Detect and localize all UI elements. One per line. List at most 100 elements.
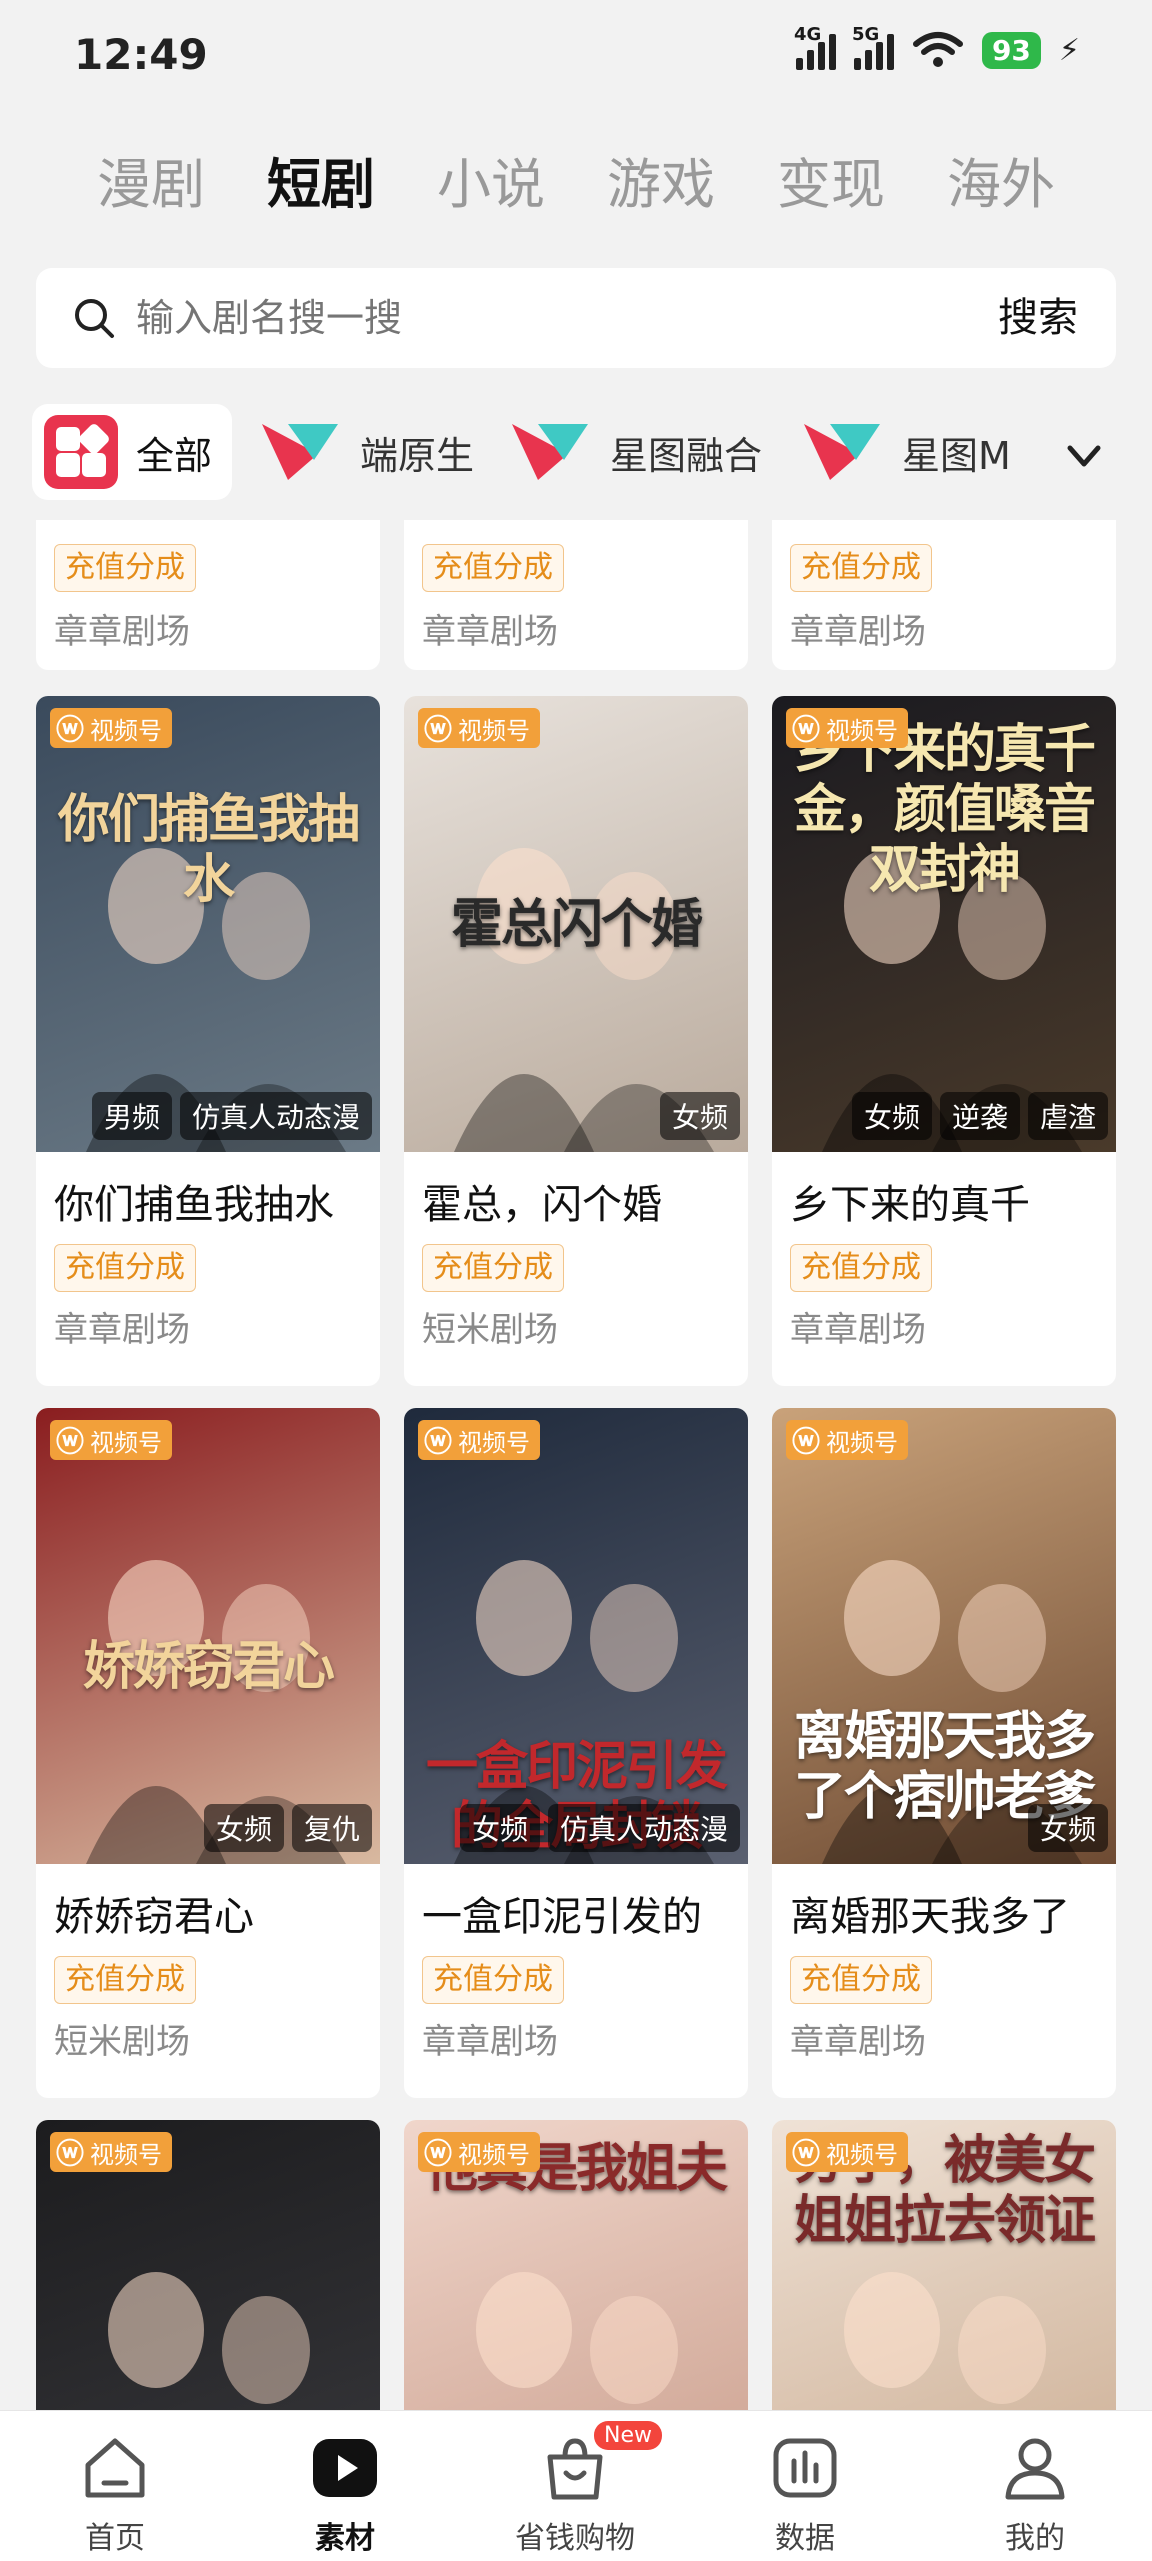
poster-image: 分手，被美女姐姐拉去领证 ⓦ 视频号 [772,2120,1116,2410]
platform-badge: ⓦ 视频号 [50,708,173,748]
studio-name: 章章剧场 [422,2022,558,2062]
drama-card[interactable]: 一盒印泥引发的全局封锁 ⓦ 视频号 女频仿真人动态漫 一盒印泥引发的 充值分成 … [404,1408,748,2098]
wifi-icon [912,32,963,67]
genre-tags: 女频 仿真人动态漫 [459,1804,740,1852]
brand-icon [804,424,880,480]
nav-home[interactable]: 首页 [0,2411,230,2561]
search-icon [75,299,114,338]
tab-youxi[interactable]: 游戏 [576,140,746,230]
filter-chip-label: 全部 [136,433,213,478]
play-icon [313,2439,377,2497]
poster-title-art: 娇娇窃君心 [82,1637,335,1697]
status-bar: 12:49 4G 5G 93 ⚡ [0,0,1152,116]
status-icons: 4G 5G 93 ⚡ [794,24,1080,70]
revenue-share-badge: 充值分成 [54,1244,196,1292]
genre-tags: 男频 仿真人动态漫 [91,1092,372,1140]
card-title: 乡下来的真千 [790,1182,1030,1228]
signal-4g-icon: 4G [794,24,836,70]
nav-label: 素材 [315,2521,375,2556]
nav-shopping[interactable]: New 省钱购物 [460,2411,690,2561]
studio-name: 章章剧场 [790,1310,926,1350]
tab-bianxian[interactable]: 变现 [746,140,916,230]
video-channel-icon: ⓦ [792,713,821,746]
bottom-nav: 首页 素材 New 省钱购物 数据 我的 [0,2410,1152,2561]
nav-label: 数据 [775,2521,835,2556]
drama-card[interactable]: 充值分成 章章剧场 [772,520,1116,670]
drama-card[interactable]: 霍总闪个婚 ⓦ 视频号 女频 霍总，闪个婚 充值分成 短米剧场 [404,696,748,1386]
tab-xiaoshuo[interactable]: 小说 [406,140,576,230]
platform-badge: ⓦ 视频号 [418,708,541,748]
drama-card[interactable]: 分手，被美女姐姐拉去领证 ⓦ 视频号 [772,2120,1116,2410]
filter-chip-xingtu-m[interactable]: 星图M [800,404,1011,500]
tab-haiwai[interactable]: 海外 [916,140,1086,230]
poster-image: 你们捕鱼我抽水 ⓦ 视频号 男频 仿真人动态漫 [36,696,380,1152]
genre-tag: 女频 [659,1092,740,1140]
revenue-share-badge: 充值分成 [54,1956,196,2004]
genre-tags: 女频 [1027,1804,1108,1852]
filter-chip-xingtu-ronghe[interactable]: 星图融合 [508,404,762,500]
studio-name: 章章剧场 [790,612,926,652]
video-channel-icon: ⓦ [56,2137,85,2170]
platform-badge: ⓦ 视频号 [50,2132,173,2172]
poster-image: 一盒印泥引发的全局封锁 ⓦ 视频号 女频仿真人动态漫 [404,1408,748,1864]
nav-sucai[interactable]: 素材 [230,2411,460,2561]
drama-grid: 充值分成 章章剧场 充值分成 章章剧场 充值分成 章章剧场 你们捕鱼我抽水 ⓦ … [0,520,1152,2410]
grid-icon [44,415,118,489]
drama-card[interactable]: 乡下来的真千金，颜值嗓音双封神 ⓦ 视频号 女频 逆袭 虐渣 乡下来的真千 充值分成… [772,696,1116,1386]
poster-image: 离婚那天我多了个痞帅老爹 ⓦ 视频号 女频 [772,1408,1116,1864]
drama-card[interactable]: 娇娇窃君心 ⓦ 视频号 女频 复仇 娇娇窃君心 充值分成 短米剧场 [36,1408,380,2098]
genre-tag: 逆袭 [939,1092,1020,1140]
brand-icon [262,424,338,480]
filter-chip-all[interactable]: 全部 [32,404,232,500]
search-input[interactable] [136,268,936,368]
tab-duanju[interactable]: 短剧 [236,140,406,230]
card-title: 你们捕鱼我抽水 [54,1182,334,1228]
poster-image: 霍总闪个婚 ⓦ 视频号 女频 [404,696,748,1152]
revenue-share-badge: 充值分成 [422,1244,564,1292]
poster-figures [86,1560,346,1864]
genre-tag: 女频 [203,1804,284,1852]
poster-figures [86,848,346,1152]
genre-tags: 女频 逆袭 虐渣 [851,1092,1108,1140]
studio-name: 短米剧场 [54,2022,190,2062]
genre-tag: 男频 [91,1092,172,1140]
brand-icon [512,424,588,480]
revenue-share-badge: 充值分成 [54,544,196,592]
nav-profile[interactable]: 我的 [920,2411,1150,2561]
tab-manju[interactable]: 漫剧 [66,140,236,230]
drama-card[interactable]: 充值分成 章章剧场 [36,520,380,670]
genre-tags: 女频 复仇 [203,1804,372,1852]
studio-name: 短米剧场 [422,1310,558,1350]
battery-charging-icon: 93 [981,31,1041,69]
video-channel-icon: ⓦ [424,1425,453,1458]
poster-title-art: 霍总闪个婚 [450,895,703,955]
drama-card[interactable]: 他真是我姐夫 ⓦ 视频号 [404,2120,748,2410]
drama-card[interactable]: 离婚那天我多了个痞帅老爹 ⓦ 视频号 女频 离婚那天我多了 充值分成 章章剧场 [772,1408,1116,2098]
poster-image: ⓦ 视频号 [36,2120,380,2410]
signal-5g-icon: 5G [852,24,894,70]
platform-badge: ⓦ 视频号 [786,708,909,748]
nav-label: 我的 [1005,2521,1065,2556]
platform-badge: ⓦ 视频号 [418,1420,541,1460]
profile-icon [1005,2438,1065,2500]
chevron-down-icon[interactable] [1064,436,1104,476]
platform-badge: ⓦ 视频号 [786,1420,909,1460]
drama-card[interactable]: 你们捕鱼我抽水 ⓦ 视频号 男频 仿真人动态漫 你们捕鱼我抽水 充值分成 章章剧场 [36,696,380,1386]
genre-tag: 复仇 [291,1804,372,1852]
nav-data[interactable]: 数据 [690,2411,920,2561]
revenue-share-badge: 充值分成 [790,1956,932,2004]
nav-label: 首页 [85,2521,145,2556]
revenue-share-badge: 充值分成 [790,1244,932,1292]
genre-tags: 女频 [659,1092,740,1140]
drama-card[interactable]: 充值分成 章章剧场 [404,520,748,670]
video-channel-icon: ⓦ [56,713,85,746]
revenue-share-badge: 充值分成 [422,544,564,592]
filter-chip-label: 星图融合 [610,433,763,478]
search-button[interactable]: 搜索 [998,268,1078,368]
studio-name: 章章剧场 [790,2022,926,2062]
filter-chip-label: 星图M [902,433,1011,478]
card-title: 霍总，闪个婚 [422,1182,662,1228]
poster-title-art: 你们捕鱼我抽水 [57,790,360,910]
filter-chip-duanyuansheng[interactable]: 端原生 [258,404,474,500]
drama-card[interactable]: ⓦ 视频号 [36,2120,380,2410]
